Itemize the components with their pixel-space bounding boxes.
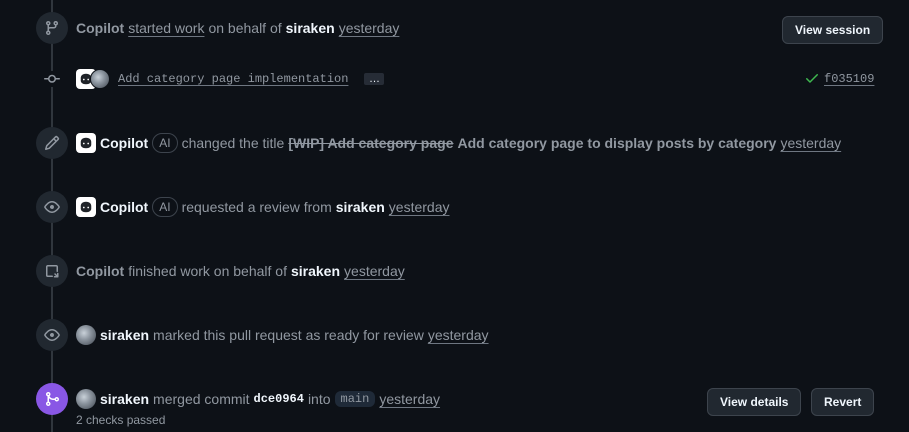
timestamp-link[interactable]: yesterday [379, 391, 440, 407]
commit-sha-link[interactable]: f035109 [824, 72, 874, 86]
check-icon [804, 70, 820, 89]
timestamp-link[interactable]: yesterday [428, 327, 489, 343]
checks-status[interactable]: 2 checks passed [76, 413, 165, 427]
new-title: Add category page to display posts by ca… [457, 135, 777, 151]
ai-label: AI [152, 133, 178, 153]
copilot-task-icon [36, 255, 68, 287]
action-text: requested a review from [181, 199, 332, 215]
event-finished-work: Copilot finished work on behalf of sirak… [0, 255, 909, 287]
action-text: merged commit [153, 391, 250, 407]
timestamp-link[interactable]: yesterday [389, 199, 450, 215]
event-title-change: Copilot AI changed the title [WIP] Add c… [0, 127, 909, 159]
actor-user[interactable]: siraken [100, 327, 149, 343]
eye-icon [36, 191, 68, 223]
action-text: finished work on behalf of [128, 263, 287, 279]
started-work-link[interactable]: started work [128, 20, 204, 36]
actor-copilot[interactable]: Copilot [100, 199, 148, 215]
pencil-icon [36, 127, 68, 159]
copilot-icon [80, 201, 92, 213]
view-details-button[interactable]: View details [707, 388, 802, 416]
user-avatar[interactable] [90, 69, 110, 89]
on-behalf-text: on behalf of [208, 20, 282, 36]
user-link[interactable]: siraken [291, 263, 340, 279]
event-commit: Add category page implementation … f0351… [0, 63, 909, 95]
git-branch-icon [36, 12, 68, 44]
commit-message-link[interactable]: Add category page implementation [118, 72, 348, 86]
git-merge-icon [36, 383, 68, 415]
event-ready-for-review: siraken marked this pull request as read… [0, 319, 909, 351]
branch-label[interactable]: main [334, 391, 376, 407]
view-session-button[interactable]: View session [782, 16, 884, 44]
action-text: changed the title [181, 135, 285, 151]
actor-copilot[interactable]: Copilot [100, 135, 148, 151]
timestamp-link[interactable]: yesterday [339, 20, 400, 36]
timestamp-link[interactable]: yesterday [344, 263, 405, 279]
timestamp-link[interactable]: yesterday [780, 135, 841, 151]
event-merged: siraken merged commit dce0964 into main … [0, 383, 909, 432]
into-text: into [307, 391, 331, 407]
event-review-request: Copilot AI requested a review from sirak… [0, 191, 909, 223]
copilot-avatar[interactable] [76, 133, 96, 153]
copilot-icon [80, 137, 92, 149]
copilot-avatar[interactable] [76, 197, 96, 217]
event-started-work: Copilot started work on behalf of sirake… [0, 12, 909, 44]
ai-label: AI [152, 197, 178, 217]
user-avatar[interactable] [76, 389, 96, 409]
actor-copilot[interactable]: Copilot [76, 263, 124, 279]
revert-button[interactable]: Revert [811, 388, 875, 416]
user-link[interactable]: siraken [286, 20, 335, 36]
old-title: [WIP] Add category page [288, 135, 454, 151]
user-avatar[interactable] [76, 325, 96, 345]
actor-copilot[interactable]: Copilot [76, 20, 124, 36]
action-text: marked this pull request as ready for re… [153, 327, 424, 343]
merge-commit-sha[interactable]: dce0964 [254, 392, 304, 406]
eye-icon [36, 319, 68, 351]
actor-user[interactable]: siraken [100, 391, 149, 407]
user-link[interactable]: siraken [336, 199, 385, 215]
expand-commit-button[interactable]: … [364, 73, 385, 85]
git-commit-icon [44, 71, 60, 87]
